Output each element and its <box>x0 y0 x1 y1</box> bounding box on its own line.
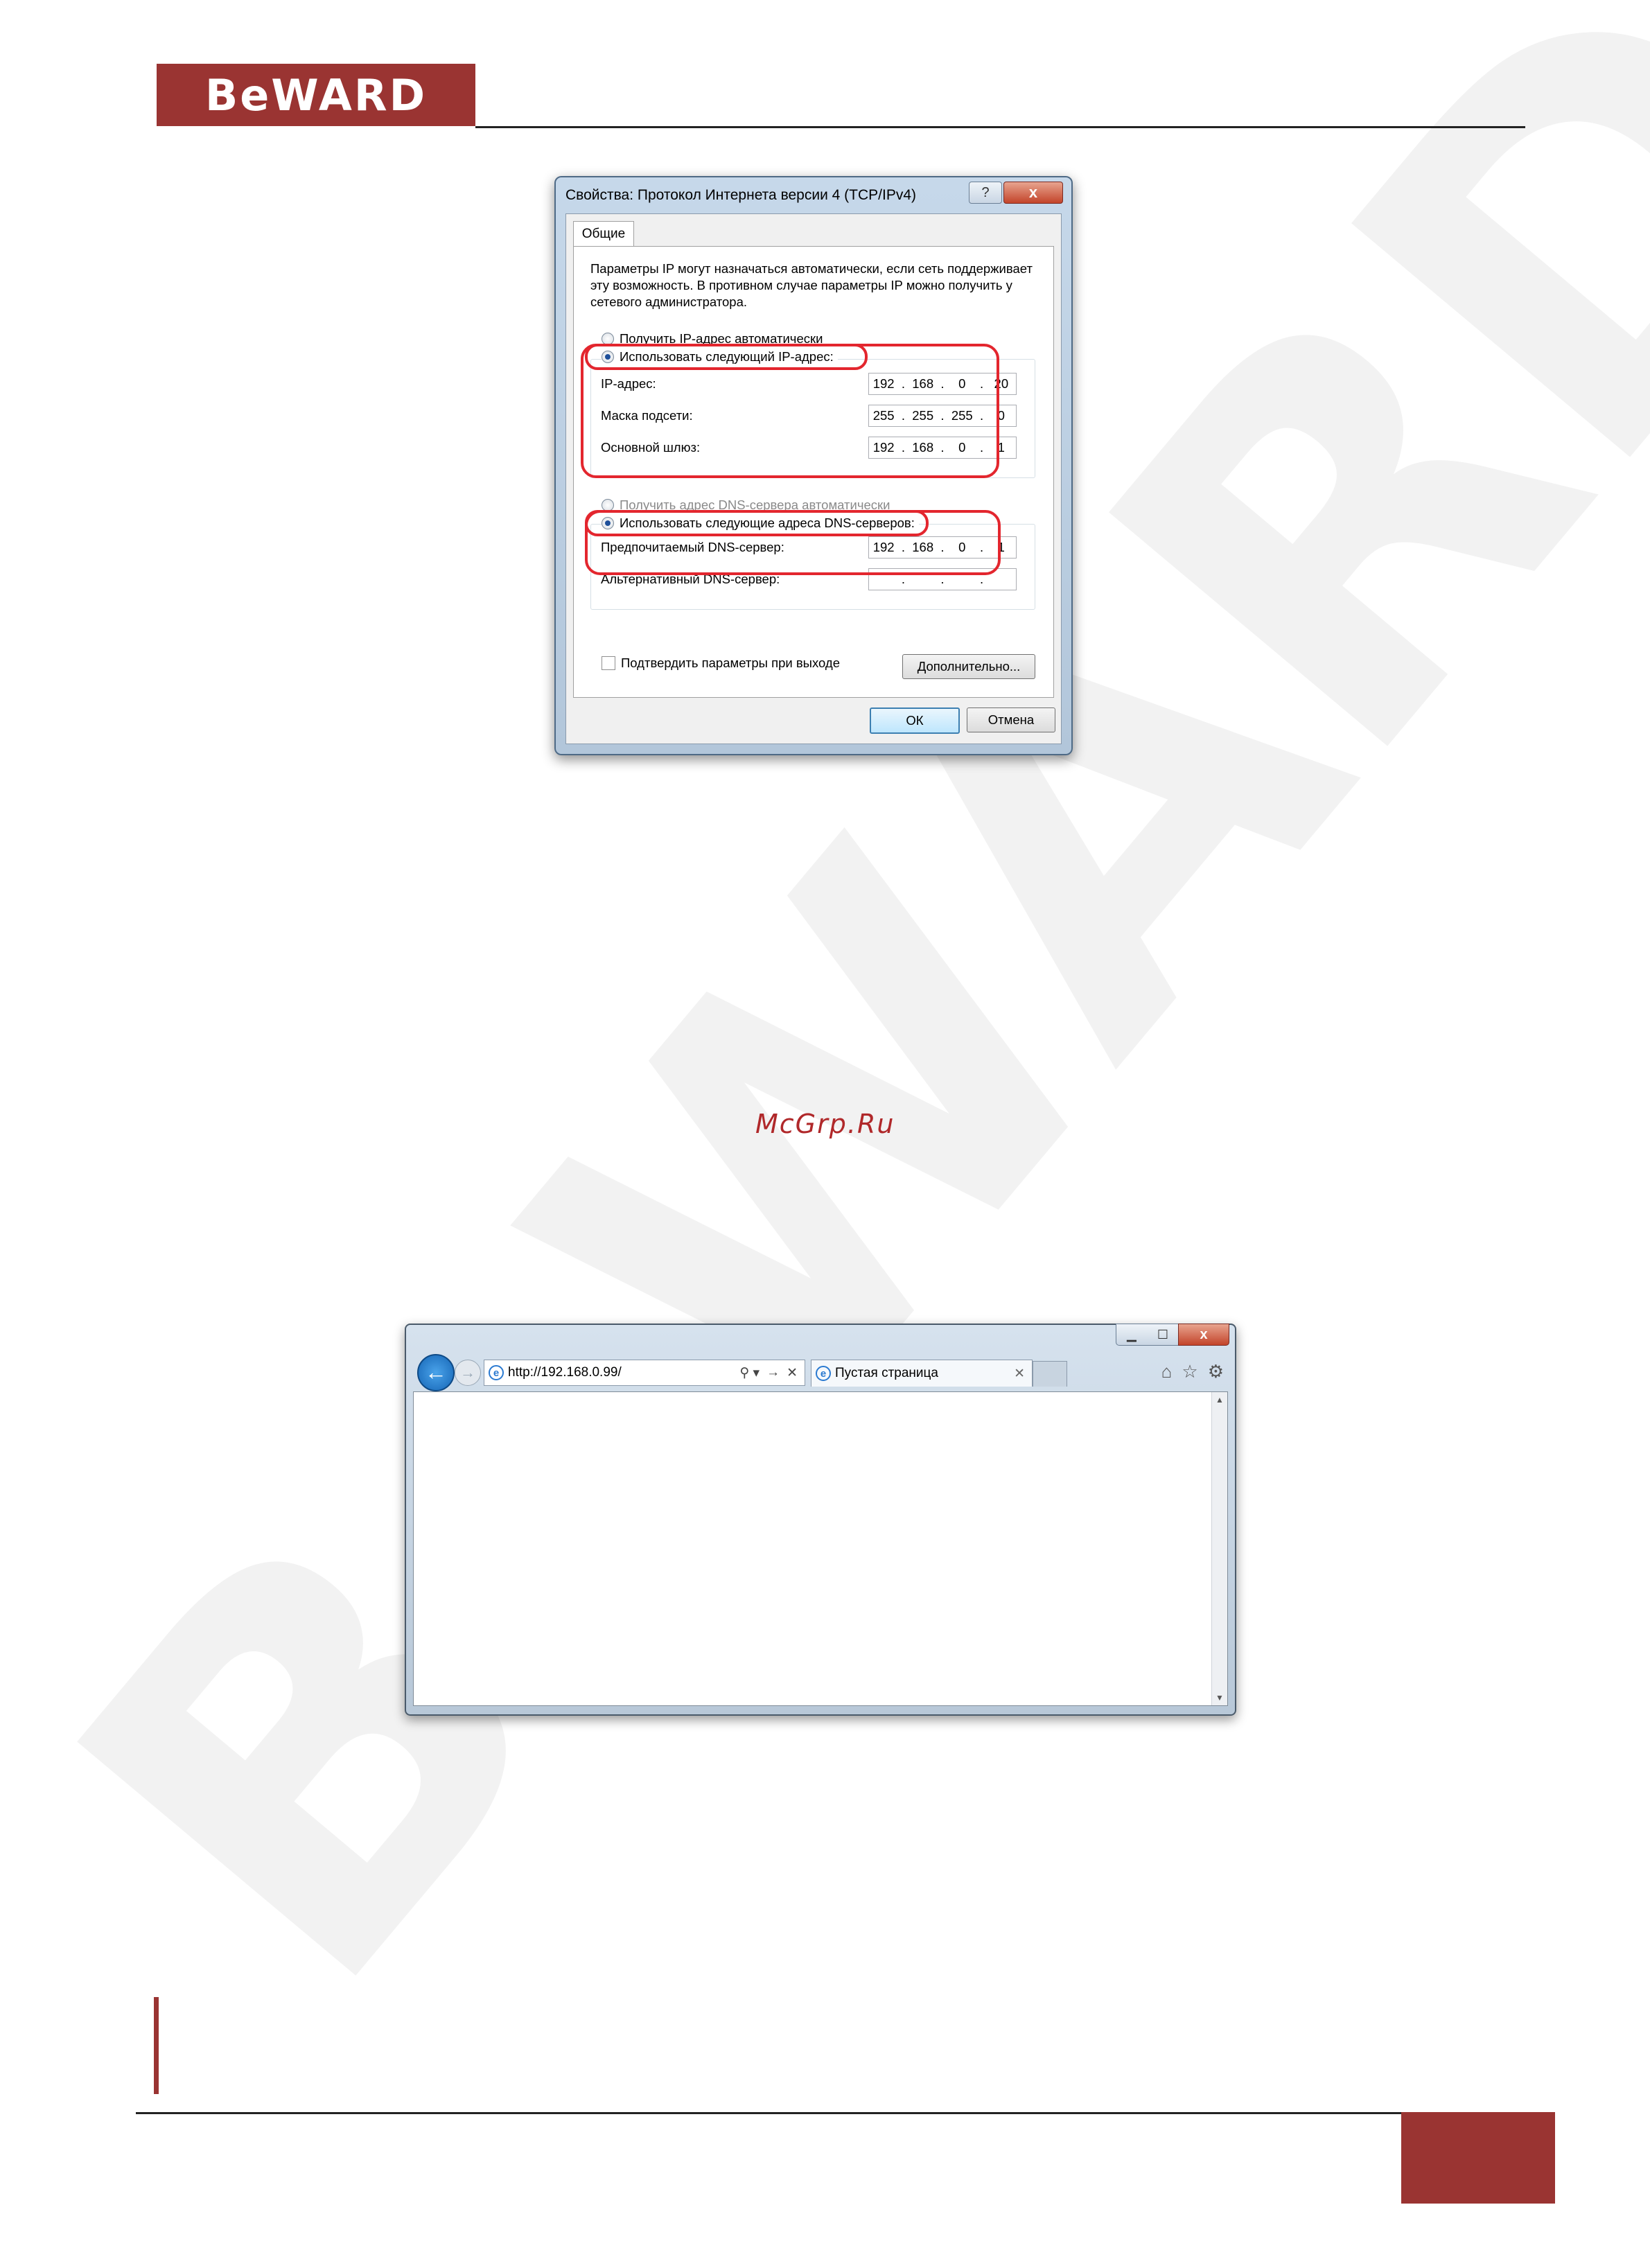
browser-window: ▁ ☐ x ← → e http://192.168.0.99/ ⚲ ▾ → ✕… <box>405 1324 1236 1716</box>
address-bar[interactable]: e http://192.168.0.99/ ⚲ ▾ → ✕ <box>484 1360 805 1386</box>
preferred-dns-label: Предпочитаемый DNS-сервер: <box>601 540 784 554</box>
footer-accent-bar <box>154 1997 159 2094</box>
dns-auto-radio[interactable] <box>602 499 614 511</box>
advanced-button[interactable]: Дополнительно... <box>902 654 1035 679</box>
brand-logo: BeWARD <box>157 64 475 126</box>
scroll-down-icon[interactable]: ▼ <box>1212 1693 1227 1703</box>
site-watermark: McGrp.Ru <box>755 1109 895 1139</box>
forward-arrow-icon[interactable]: → <box>455 1360 481 1386</box>
new-tab-button[interactable] <box>1033 1361 1067 1387</box>
alternate-dns-field[interactable]: . . . <box>868 568 1017 590</box>
dialog-body: Общие Параметры IP могут назначаться авт… <box>565 213 1062 744</box>
ie-page-icon: e <box>489 1365 504 1380</box>
brand-logo-text: BeWARD <box>204 69 428 121</box>
ip-address-row: IP-адрес: 192. 168. 0. 20 <box>601 372 1017 396</box>
footer-rule <box>136 2112 1401 2114</box>
ip-manual-option[interactable]: Использовать следующий IP-адрес: <box>602 349 838 364</box>
tab-page-icon: e <box>816 1366 831 1381</box>
dns-manual-radio[interactable] <box>602 517 614 529</box>
gateway-label: Основной шлюз: <box>601 440 701 455</box>
dns-manual-option[interactable]: Использовать следующие адреса DNS-сервер… <box>602 516 919 531</box>
ip-auto-option[interactable]: Получить IP-адрес автоматически <box>602 331 823 346</box>
favorites-star-icon[interactable]: ☆ <box>1182 1361 1197 1382</box>
validate-option[interactable]: Подтвердить параметры при выходе <box>602 656 840 671</box>
help-button[interactable]: ? <box>969 182 1002 204</box>
ip-address-label: IP-адрес: <box>601 376 656 391</box>
validate-label: Подтвердить параметры при выходе <box>621 656 840 670</box>
alternate-dns-label: Альтернативный DNS-сервер: <box>601 572 780 586</box>
scroll-up-icon[interactable]: ▲ <box>1212 1395 1227 1405</box>
gateway-row: Основной шлюз: 192. 168. 0. 1 <box>601 436 1017 459</box>
back-arrow-icon[interactable]: ← <box>417 1354 455 1391</box>
ip-manual-radio[interactable] <box>602 351 614 363</box>
dns-auto-label: Получить адрес DNS-сервера автоматически <box>620 498 890 512</box>
tab-close-icon[interactable]: ✕ <box>1014 1366 1025 1382</box>
maximize-button[interactable]: ☐ <box>1157 1328 1168 1342</box>
subnet-mask-field[interactable]: 255. 255. 255. 0 <box>868 405 1017 427</box>
alternate-dns-row: Альтернативный DNS-сервер: . . . <box>601 568 1017 591</box>
ok-button[interactable]: ОК <box>870 707 960 734</box>
ip-manual-label: Использовать следующий IP-адрес: <box>620 349 834 364</box>
url-text[interactable]: http://192.168.0.99/ <box>508 1365 739 1380</box>
window-controls: ▁ ☐ <box>1116 1324 1179 1346</box>
subnet-mask-label: Маска подсети: <box>601 408 693 423</box>
browser-content[interactable]: ▲ ▼ <box>413 1391 1228 1706</box>
tab-title: Пустая страница <box>835 1366 938 1380</box>
vertical-scrollbar[interactable]: ▲ ▼ <box>1211 1392 1227 1705</box>
tcpip-properties-dialog: Свойства: Протокол Интернета версии 4 (T… <box>554 176 1073 755</box>
dns-manual-label: Использовать следующие адреса DNS-сервер… <box>620 516 915 530</box>
subnet-mask-row: Маска подсети: 255. 255. 255. 0 <box>601 404 1017 428</box>
header-rule <box>475 126 1525 128</box>
preferred-dns-field[interactable]: 192. 168. 0. 1 <box>868 536 1017 559</box>
ip-auto-label: Получить IP-адрес автоматически <box>620 331 823 346</box>
settings-gear-icon[interactable]: ⚙ <box>1208 1361 1224 1382</box>
ip-auto-radio[interactable] <box>602 333 614 345</box>
cancel-button[interactable]: Отмена <box>967 707 1055 732</box>
home-icon[interactable]: ⌂ <box>1161 1361 1173 1382</box>
general-tab-panel: Параметры IP могут назначаться автоматич… <box>573 246 1054 698</box>
ip-address-field[interactable]: 192. 168. 0. 20 <box>868 373 1017 395</box>
info-text: Параметры IP могут назначаться автоматич… <box>590 261 1033 309</box>
browser-close-button[interactable]: x <box>1178 1324 1229 1346</box>
dns-settings-group: Предпочитаемый DNS-сервер: 192. 168. 0. … <box>590 524 1035 610</box>
close-button[interactable]: x <box>1003 182 1063 204</box>
ip-settings-group: IP-адрес: 192. 168. 0. 20 Маска подсети:… <box>590 359 1035 478</box>
minimize-button[interactable]: ▁ <box>1127 1328 1136 1342</box>
tab-general[interactable]: Общие <box>573 221 634 247</box>
search-dropdown-icon[interactable]: ⚲ ▾ <box>739 1365 760 1381</box>
footer-page-block <box>1401 2112 1555 2204</box>
tab-blank-page[interactable]: e Пустая страница ✕ <box>811 1360 1033 1387</box>
dialog-title: Свойства: Протокол Интернета версии 4 (T… <box>565 187 916 203</box>
validate-checkbox[interactable] <box>602 656 615 670</box>
preferred-dns-row: Предпочитаемый DNS-сервер: 192. 168. 0. … <box>601 536 1017 559</box>
dns-auto-option[interactable]: Получить адрес DNS-сервера автоматически <box>602 498 890 513</box>
go-arrow-icon[interactable]: → <box>766 1365 780 1380</box>
gateway-field[interactable]: 192. 168. 0. 1 <box>868 437 1017 459</box>
stop-icon[interactable]: ✕ <box>787 1365 798 1381</box>
toolbar-icons: ⌂ ☆ ⚙ <box>1161 1361 1224 1382</box>
